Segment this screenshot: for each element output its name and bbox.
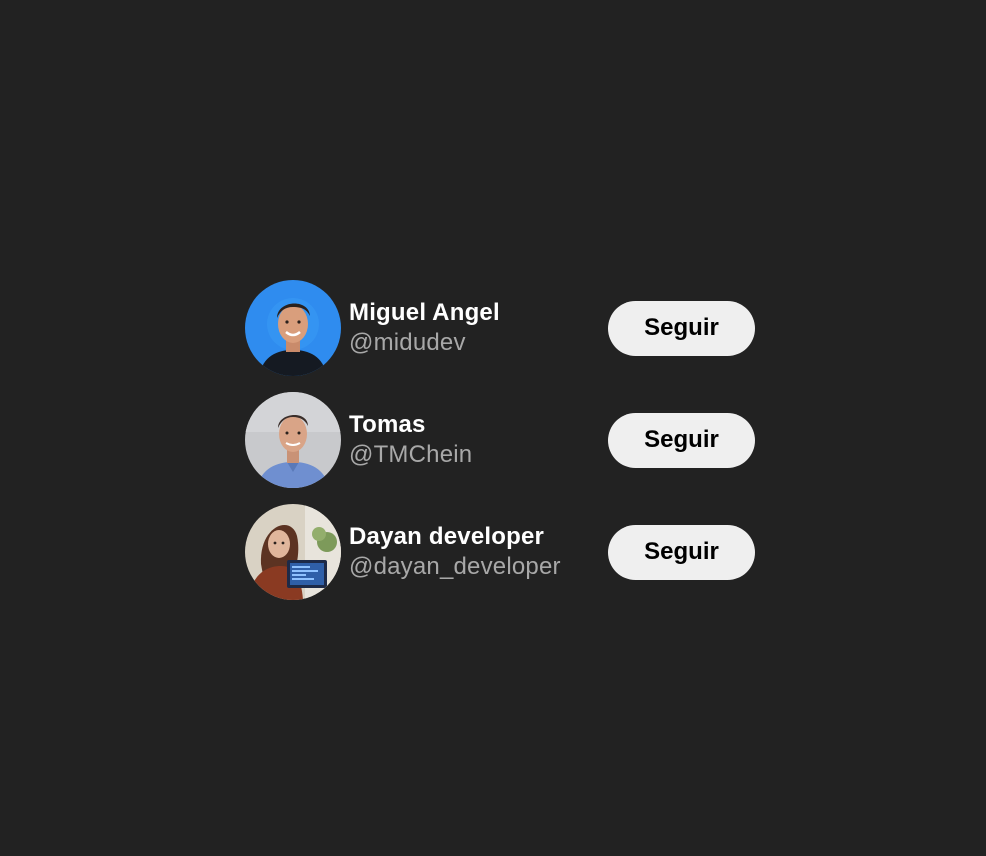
avatar[interactable] xyxy=(245,392,341,488)
avatar-photo-tmchein xyxy=(245,392,341,488)
follow-card: Tomas @TMChein Seguir xyxy=(245,392,755,488)
user-handle[interactable]: @TMChein xyxy=(349,440,608,470)
user-name[interactable]: Miguel Angel xyxy=(349,298,608,328)
avatar[interactable] xyxy=(245,280,341,376)
follow-button[interactable]: Seguir xyxy=(608,524,755,580)
follow-button[interactable]: Seguir xyxy=(608,300,755,356)
user-name[interactable]: Tomas xyxy=(349,410,608,440)
follow-card: Dayan developer @dayan_developer Seguir xyxy=(245,504,755,600)
user-handle[interactable]: @dayan_developer xyxy=(349,552,608,582)
follow-button[interactable]: Seguir xyxy=(608,412,755,468)
user-info: Miguel Angel @midudev xyxy=(349,298,608,358)
avatar[interactable] xyxy=(245,504,341,600)
follow-card: Miguel Angel @midudev Seguir xyxy=(245,280,755,376)
user-name[interactable]: Dayan developer xyxy=(349,522,608,552)
user-handle[interactable]: @midudev xyxy=(349,328,608,358)
follow-suggestions-list: Miguel Angel @midudev Seguir Tomas @TMCh… xyxy=(245,280,755,616)
user-info: Tomas @TMChein xyxy=(349,410,608,470)
user-info: Dayan developer @dayan_developer xyxy=(349,522,608,582)
avatar-photo-dayan-developer xyxy=(245,504,341,600)
avatar-photo-midudev xyxy=(245,280,341,376)
